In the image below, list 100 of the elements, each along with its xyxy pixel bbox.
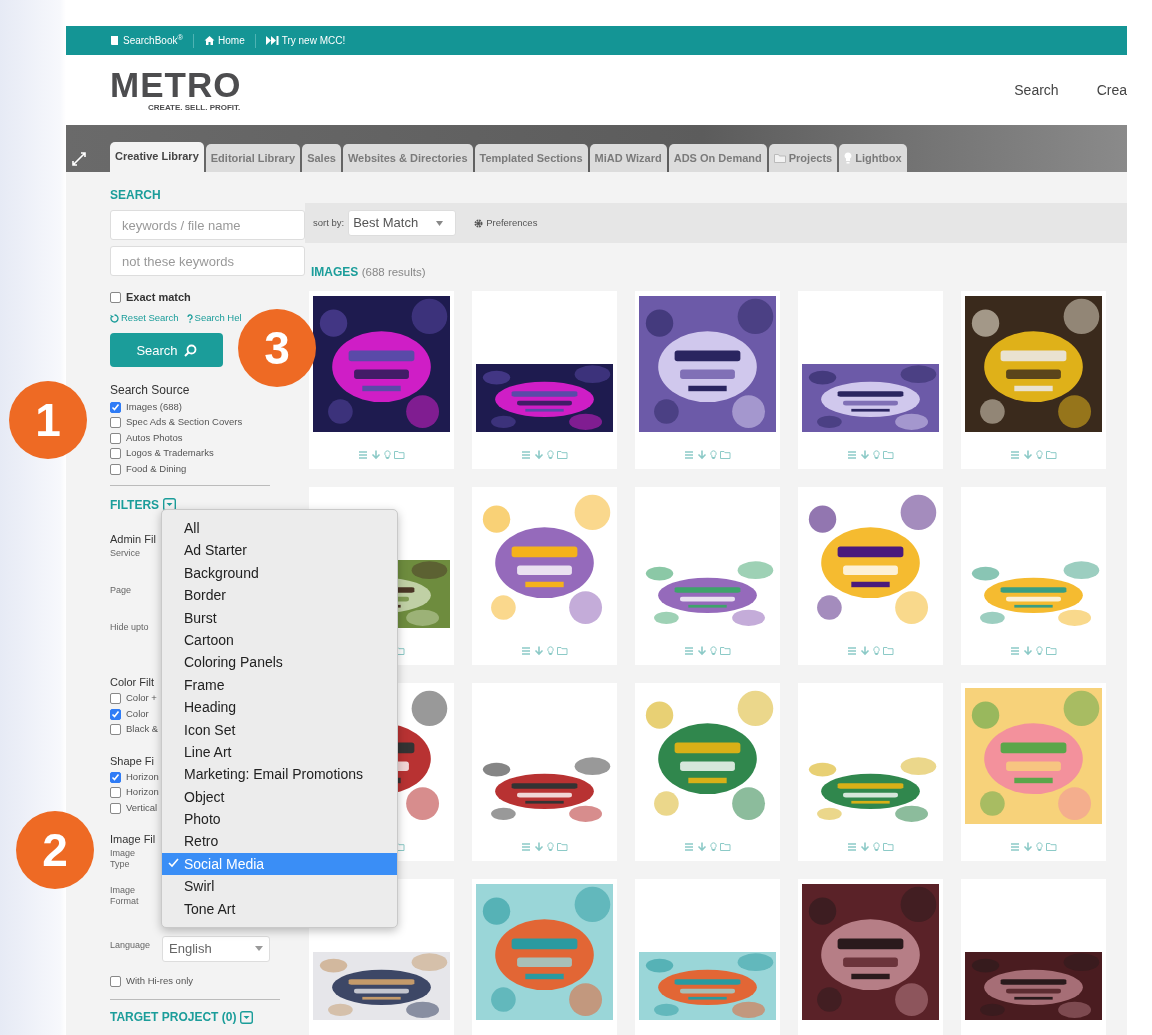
folder-icon[interactable] <box>557 450 568 461</box>
dropdown-option[interactable]: Swirl <box>162 875 397 898</box>
download-arrow-icon[interactable] <box>371 450 381 461</box>
list-icon[interactable] <box>521 450 531 461</box>
lightbulb-icon[interactable] <box>384 450 391 461</box>
list-icon[interactable] <box>1010 646 1020 657</box>
dropdown-option[interactable]: Coloring Panels <box>162 651 397 674</box>
gear-icon <box>474 218 484 228</box>
tab[interactable]: Creative Library <box>110 141 204 172</box>
dropdown-option[interactable]: Tone Art <box>162 897 397 921</box>
folder-icon[interactable] <box>883 842 894 853</box>
list-icon[interactable] <box>847 842 857 853</box>
topbar-link[interactable]: Try new MCC! <box>265 33 346 48</box>
download-arrow-icon[interactable] <box>697 646 707 657</box>
lightbulb-icon[interactable] <box>1036 842 1043 853</box>
folder-icon[interactable] <box>1046 646 1057 657</box>
download-arrow-icon[interactable] <box>697 450 707 461</box>
list-icon[interactable] <box>358 450 368 461</box>
checkbox[interactable] <box>110 787 121 798</box>
search-field[interactable]: not these keywords <box>110 246 305 276</box>
checkbox[interactable] <box>110 448 121 459</box>
folder-icon[interactable] <box>883 450 894 461</box>
dropdown-option[interactable]: Heading <box>162 696 397 719</box>
checkbox[interactable] <box>110 432 121 444</box>
topbar-link[interactable]: Home <box>204 33 245 48</box>
dropdown-option[interactable]: Marketing: Email Promotions <box>162 763 397 786</box>
download-arrow-icon[interactable] <box>534 450 544 461</box>
download-arrow-icon[interactable] <box>534 646 544 657</box>
book-icon <box>109 35 120 46</box>
lightbulb-icon[interactable] <box>1036 450 1043 461</box>
folder-icon[interactable] <box>557 842 568 853</box>
lightbulb-icon[interactable] <box>873 450 880 461</box>
folder-icon <box>773 152 786 163</box>
list-icon[interactable] <box>521 646 531 657</box>
download-arrow-icon[interactable] <box>1023 842 1033 853</box>
dropdown-option[interactable]: Border <box>162 584 397 607</box>
folder-icon[interactable] <box>720 842 731 853</box>
download-arrow-icon[interactable] <box>1023 646 1033 657</box>
list-icon[interactable] <box>684 450 694 461</box>
dropdown-option[interactable]: Frame <box>162 673 397 697</box>
question-icon <box>186 313 193 323</box>
topbar-link[interactable]: SearchBook$^{®}$ <box>109 33 183 48</box>
lightbulb-icon[interactable] <box>547 842 554 853</box>
section-title: Search Source <box>110 382 190 400</box>
checkbox[interactable] <box>110 417 121 428</box>
folder-icon[interactable] <box>720 450 731 461</box>
dropdown-option[interactable]: All <box>162 517 397 540</box>
lightbulb-icon[interactable] <box>710 842 717 853</box>
folder-icon[interactable] <box>394 450 405 461</box>
lightbulb-icon[interactable] <box>873 646 880 657</box>
folder-icon[interactable] <box>1046 450 1057 461</box>
dropdown-option[interactable]: Ad Starter <box>162 539 397 562</box>
checkbox-label: Color + <box>126 691 157 706</box>
lightbulb-icon[interactable] <box>547 646 554 657</box>
dropdown-option[interactable]: Cartoon <box>162 628 397 652</box>
checkbox[interactable] <box>110 291 121 303</box>
list-icon[interactable] <box>847 646 857 657</box>
nav-link[interactable]: Crea <box>1096 79 1127 101</box>
folder-icon[interactable] <box>557 646 568 657</box>
search-field[interactable]: keywords / file name <box>110 210 305 240</box>
lightbulb-icon[interactable] <box>710 646 717 657</box>
checkbox[interactable] <box>110 463 121 475</box>
list-icon[interactable] <box>684 842 694 853</box>
download-arrow-icon[interactable] <box>860 646 870 657</box>
checkbox[interactable] <box>110 708 121 720</box>
download-arrow-icon[interactable] <box>860 842 870 853</box>
checkbox[interactable] <box>110 802 121 814</box>
lightbulb-icon[interactable] <box>1036 646 1043 657</box>
download-arrow-icon[interactable] <box>860 450 870 461</box>
dropdown-option[interactable]: Background <box>162 561 397 585</box>
list-icon[interactable] <box>684 646 694 657</box>
folder-icon[interactable] <box>720 646 731 657</box>
checkbox[interactable] <box>110 693 121 704</box>
list-icon[interactable] <box>521 842 531 853</box>
checkbox[interactable] <box>110 724 121 735</box>
list-icon[interactable] <box>1010 450 1020 461</box>
dropdown-option[interactable]: Burst <box>162 606 397 629</box>
download-arrow-icon[interactable] <box>534 842 544 853</box>
language-select[interactable]: English <box>162 935 270 962</box>
lightbulb-icon[interactable] <box>873 842 880 853</box>
folder-icon[interactable] <box>1046 842 1057 853</box>
dropdown-option[interactable]: Object <box>162 785 397 809</box>
dropdown-option[interactable]: Icon Set <box>162 718 397 741</box>
dropdown-option[interactable]: Photo <box>162 808 397 831</box>
dropdown-option[interactable]: Line Art <box>162 740 397 764</box>
sort-select[interactable]: Best Match <box>348 210 457 236</box>
lightbulb-icon[interactable] <box>710 450 717 461</box>
preferences-link[interactable]: Preferences <box>474 215 538 231</box>
folder-icon[interactable] <box>883 646 894 657</box>
checkbox-label: Horizon <box>126 785 159 800</box>
list-icon[interactable] <box>1010 842 1020 853</box>
dropdown-option[interactable]: Retro <box>162 830 397 853</box>
checkbox[interactable] <box>110 401 121 413</box>
download-arrow-icon[interactable] <box>1023 450 1033 461</box>
checkbox[interactable] <box>110 771 121 783</box>
download-arrow-icon[interactable] <box>697 842 707 853</box>
nav-link[interactable]: Search <box>1014 79 1059 101</box>
lightbulb-icon[interactable] <box>547 450 554 461</box>
checkbox[interactable] <box>110 976 121 987</box>
list-icon[interactable] <box>847 450 857 461</box>
